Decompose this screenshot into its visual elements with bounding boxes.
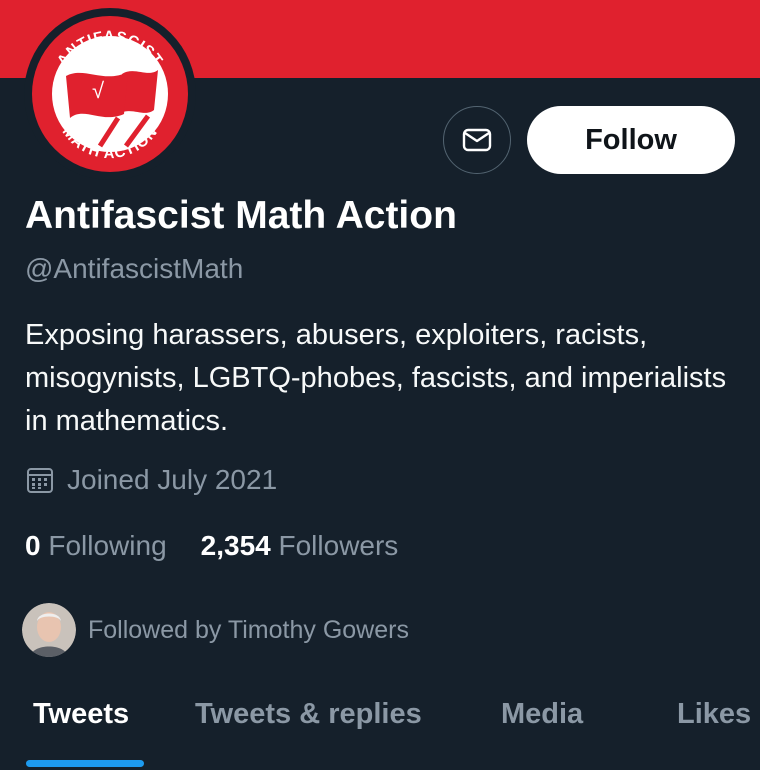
envelope-icon: [462, 128, 492, 152]
antifa-math-logo: ANTIFASCIST MATH ACTION √: [32, 16, 188, 172]
follow-stats: 0 Following 2,354 Followers: [25, 530, 432, 562]
followed-by-text: Followed by Timothy Gowers: [88, 615, 409, 644]
message-button[interactable]: [443, 106, 511, 174]
following-count: 0: [25, 530, 41, 561]
profile-handle: @AntifascistMath: [25, 253, 244, 284]
followers-count: 2,354: [200, 530, 271, 561]
tab-tweets[interactable]: Tweets: [33, 698, 129, 731]
tab-tweets-replies[interactable]: Tweets & replies: [195, 698, 422, 731]
follow-button[interactable]: Follow: [527, 106, 735, 174]
profile-bio: Exposing harassers, abusers, exploiters,…: [25, 319, 727, 437]
profile-name: Antifascist Math Action: [25, 194, 457, 237]
profile-tabs: Tweets Tweets & replies Media Likes: [0, 690, 760, 770]
followers-link[interactable]: 2,354 Followers: [201, 530, 399, 562]
joined-date: Joined July 2021: [25, 464, 277, 496]
following-label: Following: [48, 530, 167, 561]
tab-likes[interactable]: Likes: [677, 698, 751, 731]
profile-avatar[interactable]: ANTIFASCIST MATH ACTION √: [24, 8, 196, 180]
followers-label: Followers: [278, 530, 399, 561]
svg-text:√: √: [92, 78, 105, 103]
calendar-icon: [27, 468, 53, 493]
tab-media[interactable]: Media: [501, 698, 583, 731]
joined-text: Joined July 2021: [67, 464, 278, 495]
followed-by[interactable]: Followed by Timothy Gowers: [22, 603, 409, 657]
active-tab-indicator: [26, 760, 144, 767]
follower-avatar: [22, 603, 76, 657]
following-link[interactable]: 0 Following: [25, 530, 167, 562]
